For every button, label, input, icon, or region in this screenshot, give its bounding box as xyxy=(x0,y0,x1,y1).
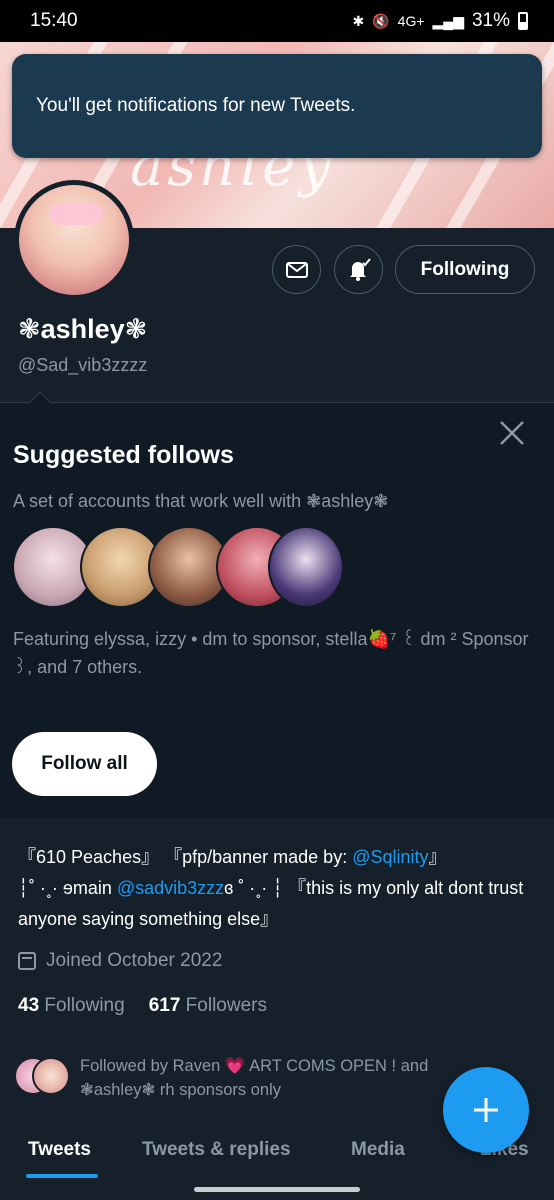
calendar-icon xyxy=(18,952,36,970)
tab-tweets[interactable]: Tweets xyxy=(28,1139,91,1161)
following-count: 43 xyxy=(18,995,40,1016)
profile-avatar[interactable] xyxy=(14,180,134,300)
avatar xyxy=(32,1057,70,1095)
tab-tweets-replies[interactable]: Tweets & replies xyxy=(142,1139,291,1161)
suggested-avatars[interactable] xyxy=(12,526,344,608)
status-icons: ✱ 🔇 4G+ ▂▄▆ 31% xyxy=(352,10,528,32)
following-stat[interactable]: 43 Following xyxy=(18,995,125,1017)
notifications-button[interactable] xyxy=(334,245,383,294)
status-bar: 15:40 ✱ 🔇 4G+ ▂▄▆ 31% xyxy=(0,0,554,42)
suggested-follows-panel: Suggested follows A set of accounts that… xyxy=(0,391,554,818)
bio-text: 』 xyxy=(428,847,447,867)
suggested-subtitle: A set of accounts that work well with ❃a… xyxy=(13,491,389,511)
active-tab-indicator xyxy=(26,1174,98,1178)
joined-date: Joined October 2022 xyxy=(18,950,222,972)
featuring-text: Featuring elyssa, izzy • dm to sponsor, … xyxy=(13,629,529,677)
avatar xyxy=(268,526,344,608)
tab-media[interactable]: Media xyxy=(351,1139,405,1161)
toast-message: You'll get notifications for new Tweets. xyxy=(36,95,356,116)
home-indicator[interactable] xyxy=(194,1187,360,1192)
bluetooth-icon: ✱ xyxy=(352,12,365,29)
network-label: 4G+ xyxy=(397,13,425,29)
display-name: ❃ashley❃ xyxy=(18,314,148,344)
follow-all-button[interactable]: Follow all xyxy=(12,732,157,796)
battery-icon xyxy=(518,12,528,30)
battery-percent: 31% xyxy=(471,10,510,31)
following-button[interactable]: Following xyxy=(395,245,535,294)
joined-text: Joined October 2022 xyxy=(46,950,223,971)
profile-handle: @Sad_vib3zzzz xyxy=(18,355,148,375)
plus-icon xyxy=(474,1098,498,1122)
followers-count: 617 xyxy=(148,995,181,1016)
notification-toast: You'll get notifications for new Tweets. xyxy=(12,54,542,158)
followed-by[interactable]: Followed by Raven 💗 ART COMS OPEN ! and … xyxy=(14,1054,464,1102)
followed-by-avatars xyxy=(14,1057,70,1095)
followed-by-text: Followed by Raven 💗 ART COMS OPEN ! and … xyxy=(80,1057,429,1099)
bio-text: 『610 Peaches』 『pfp/banner made by: xyxy=(18,847,353,867)
bell-check-icon xyxy=(349,257,371,281)
mail-icon xyxy=(285,261,308,278)
status-time: 15:40 xyxy=(30,10,78,31)
compose-tweet-button[interactable] xyxy=(443,1067,529,1153)
follow-stats: 43 Following 617 Followers xyxy=(18,995,267,1017)
followers-label: Followers xyxy=(185,995,267,1016)
bio-link-sqlinity[interactable]: @Sqlinity xyxy=(352,847,428,867)
profile-bio: 『610 Peaches』 『pfp/banner made by: @Sqli… xyxy=(18,842,538,935)
message-button[interactable] xyxy=(272,245,321,294)
signal-icon: ▂▄▆ xyxy=(432,12,464,29)
close-icon[interactable] xyxy=(498,419,526,447)
following-label: Following xyxy=(44,995,125,1016)
mute-icon: 🔇 xyxy=(372,12,390,29)
bio-link-sadvib[interactable]: @sadvib3zzz xyxy=(117,878,224,898)
followers-stat[interactable]: 617 Followers xyxy=(149,995,267,1017)
bio-text: ┆˚ ·˳· ɘmain xyxy=(18,878,117,898)
suggested-title: Suggested follows xyxy=(13,441,234,469)
